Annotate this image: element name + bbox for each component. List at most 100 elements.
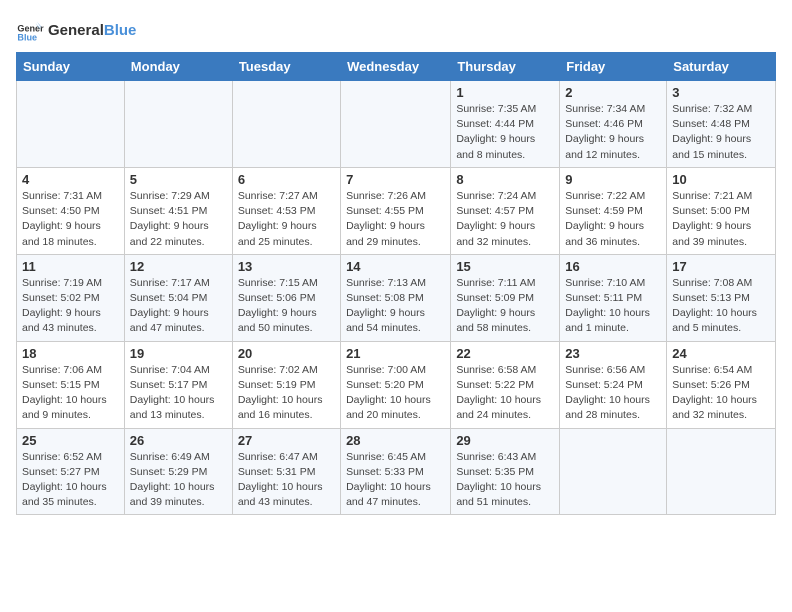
weekday-header-row: SundayMondayTuesdayWednesdayThursdayFrid…	[17, 53, 776, 81]
page-header: General Blue GeneralBlue	[16, 16, 776, 44]
day-cell-8: 8 Sunrise: 7:24 AM Sunset: 4:57 PM Daylig…	[451, 167, 560, 254]
weekday-header-sunday: Sunday	[17, 53, 125, 81]
day-number: 1	[456, 85, 554, 100]
day-number: 3	[672, 85, 770, 100]
day-cell-20: 20 Sunrise: 7:02 AM Sunset: 5:19 PM Dayli…	[232, 341, 340, 428]
day-number: 9	[565, 172, 661, 187]
day-cell-26: 26 Sunrise: 6:49 AM Sunset: 5:29 PM Dayli…	[124, 428, 232, 515]
day-number: 25	[22, 433, 119, 448]
day-cell-21: 21 Sunrise: 7:00 AM Sunset: 5:20 PM Dayli…	[341, 341, 451, 428]
calendar-week-3: 11Sunrise: 7:19 AM Sunset: 5:02 PM Dayli…	[17, 254, 776, 341]
day-number: 12	[130, 259, 227, 274]
empty-cell	[232, 81, 340, 168]
day-cell-27: 27 Sunrise: 6:47 AM Sunset: 5:31 PM Dayli…	[232, 428, 340, 515]
day-cell-2: 2Sunrise: 7:34 AM Sunset: 4:46 PM Daylig…	[560, 81, 667, 168]
day-number: 7	[346, 172, 445, 187]
day-info: Sunrise: 6:43 AM Sunset: 5:35 PM Dayligh…	[456, 450, 554, 511]
day-number: 5	[130, 172, 227, 187]
calendar-week-2: 4Sunrise: 7:31 AM Sunset: 4:50 PM Daylig…	[17, 167, 776, 254]
day-info: Sunrise: 6:56 AM Sunset: 5:24 PM Dayligh…	[565, 363, 661, 424]
day-cell-4: 4Sunrise: 7:31 AM Sunset: 4:50 PM Daylig…	[17, 167, 125, 254]
day-info: Sunrise: 7:15 AM Sunset: 5:06 PM Dayligh…	[238, 276, 335, 337]
day-cell-13: 13 Sunrise: 7:15 AM Sunset: 5:06 PM Dayli…	[232, 254, 340, 341]
day-number: 4	[22, 172, 119, 187]
day-cell-19: 19 Sunrise: 7:04 AM Sunset: 5:17 PM Dayli…	[124, 341, 232, 428]
day-info: Sunrise: 7:32 AM Sunset: 4:48 PM Dayligh…	[672, 102, 770, 163]
day-number: 19	[130, 346, 227, 361]
day-info: Sunrise: 7:26 AM Sunset: 4:55 PM Dayligh…	[346, 189, 445, 250]
day-info: Sunrise: 7:35 AM Sunset: 4:44 PM Dayligh…	[456, 102, 554, 163]
day-cell-14: 14Sunrise: 7:13 AM Sunset: 5:08 PM Dayli…	[341, 254, 451, 341]
day-cell-18: 18 Sunrise: 7:06 AM Sunset: 5:15 PM Dayli…	[17, 341, 125, 428]
empty-cell	[124, 81, 232, 168]
day-info: Sunrise: 7:19 AM Sunset: 5:02 PM Dayligh…	[22, 276, 119, 337]
day-info: Sunrise: 6:47 AM Sunset: 5:31 PM Dayligh…	[238, 450, 335, 511]
day-number: 8	[456, 172, 554, 187]
day-info: Sunrise: 7:24 AM Sunset: 4:57 PM Dayligh…	[456, 189, 554, 250]
day-cell-5: 5 Sunrise: 7:29 AM Sunset: 4:51 PM Daylig…	[124, 167, 232, 254]
day-info: Sunrise: 7:04 AM Sunset: 5:17 PM Dayligh…	[130, 363, 227, 424]
calendar-table: SundayMondayTuesdayWednesdayThursdayFrid…	[16, 52, 776, 515]
day-info: Sunrise: 7:21 AM Sunset: 5:00 PM Dayligh…	[672, 189, 770, 250]
calendar-week-4: 18 Sunrise: 7:06 AM Sunset: 5:15 PM Dayli…	[17, 341, 776, 428]
day-cell-10: 10 Sunrise: 7:21 AM Sunset: 5:00 PM Dayli…	[667, 167, 776, 254]
day-number: 10	[672, 172, 770, 187]
weekday-header-friday: Friday	[560, 53, 667, 81]
day-number: 21	[346, 346, 445, 361]
day-cell-1: 1 Sunrise: 7:35 AM Sunset: 4:44 PM Daylig…	[451, 81, 560, 168]
day-info: Sunrise: 7:22 AM Sunset: 4:59 PM Dayligh…	[565, 189, 661, 250]
day-cell-28: 28 Sunrise: 6:45 AM Sunset: 5:33 PM Dayli…	[341, 428, 451, 515]
logo-text: GeneralBlue	[48, 22, 136, 39]
empty-cell	[17, 81, 125, 168]
day-info: Sunrise: 6:52 AM Sunset: 5:27 PM Dayligh…	[22, 450, 119, 511]
day-number: 28	[346, 433, 445, 448]
day-number: 16	[565, 259, 661, 274]
day-cell-24: 24 Sunrise: 6:54 AM Sunset: 5:26 PM Dayli…	[667, 341, 776, 428]
calendar-week-1: 1 Sunrise: 7:35 AM Sunset: 4:44 PM Daylig…	[17, 81, 776, 168]
day-cell-3: 3 Sunrise: 7:32 AM Sunset: 4:48 PM Daylig…	[667, 81, 776, 168]
day-number: 22	[456, 346, 554, 361]
day-info: Sunrise: 7:02 AM Sunset: 5:19 PM Dayligh…	[238, 363, 335, 424]
day-info: Sunrise: 7:00 AM Sunset: 5:20 PM Dayligh…	[346, 363, 445, 424]
day-info: Sunrise: 6:58 AM Sunset: 5:22 PM Dayligh…	[456, 363, 554, 424]
day-info: Sunrise: 7:27 AM Sunset: 4:53 PM Dayligh…	[238, 189, 335, 250]
day-info: Sunrise: 7:08 AM Sunset: 5:13 PM Dayligh…	[672, 276, 770, 337]
day-cell-16: 16 Sunrise: 7:10 AM Sunset: 5:11 PM Dayli…	[560, 254, 667, 341]
day-info: Sunrise: 7:13 AM Sunset: 5:08 PM Dayligh…	[346, 276, 445, 337]
day-info: Sunrise: 7:10 AM Sunset: 5:11 PM Dayligh…	[565, 276, 661, 337]
day-number: 13	[238, 259, 335, 274]
day-info: Sunrise: 6:49 AM Sunset: 5:29 PM Dayligh…	[130, 450, 227, 511]
day-info: Sunrise: 7:06 AM Sunset: 5:15 PM Dayligh…	[22, 363, 119, 424]
day-cell-17: 17Sunrise: 7:08 AM Sunset: 5:13 PM Dayli…	[667, 254, 776, 341]
day-number: 2	[565, 85, 661, 100]
weekday-header-wednesday: Wednesday	[341, 53, 451, 81]
day-info: Sunrise: 7:17 AM Sunset: 5:04 PM Dayligh…	[130, 276, 227, 337]
logo-icon: General Blue	[16, 16, 44, 44]
day-number: 23	[565, 346, 661, 361]
day-cell-12: 12 Sunrise: 7:17 AM Sunset: 5:04 PM Dayli…	[124, 254, 232, 341]
day-info: Sunrise: 6:54 AM Sunset: 5:26 PM Dayligh…	[672, 363, 770, 424]
day-cell-25: 25 Sunrise: 6:52 AM Sunset: 5:27 PM Dayli…	[17, 428, 125, 515]
day-cell-6: 6Sunrise: 7:27 AM Sunset: 4:53 PM Daylig…	[232, 167, 340, 254]
day-cell-11: 11Sunrise: 7:19 AM Sunset: 5:02 PM Dayli…	[17, 254, 125, 341]
logo: General Blue GeneralBlue	[16, 16, 136, 44]
day-number: 18	[22, 346, 119, 361]
day-number: 20	[238, 346, 335, 361]
empty-cell	[560, 428, 667, 515]
day-number: 26	[130, 433, 227, 448]
day-info: Sunrise: 7:11 AM Sunset: 5:09 PM Dayligh…	[456, 276, 554, 337]
day-number: 27	[238, 433, 335, 448]
day-info: Sunrise: 6:45 AM Sunset: 5:33 PM Dayligh…	[346, 450, 445, 511]
day-info: Sunrise: 7:29 AM Sunset: 4:51 PM Dayligh…	[130, 189, 227, 250]
day-cell-23: 23 Sunrise: 6:56 AM Sunset: 5:24 PM Dayli…	[560, 341, 667, 428]
empty-cell	[667, 428, 776, 515]
day-cell-7: 7 Sunrise: 7:26 AM Sunset: 4:55 PM Daylig…	[341, 167, 451, 254]
day-number: 29	[456, 433, 554, 448]
weekday-header-tuesday: Tuesday	[232, 53, 340, 81]
calendar-week-5: 25 Sunrise: 6:52 AM Sunset: 5:27 PM Dayli…	[17, 428, 776, 515]
day-number: 15	[456, 259, 554, 274]
day-cell-22: 22 Sunrise: 6:58 AM Sunset: 5:22 PM Dayli…	[451, 341, 560, 428]
weekday-header-monday: Monday	[124, 53, 232, 81]
day-number: 24	[672, 346, 770, 361]
day-cell-15: 15 Sunrise: 7:11 AM Sunset: 5:09 PM Dayli…	[451, 254, 560, 341]
